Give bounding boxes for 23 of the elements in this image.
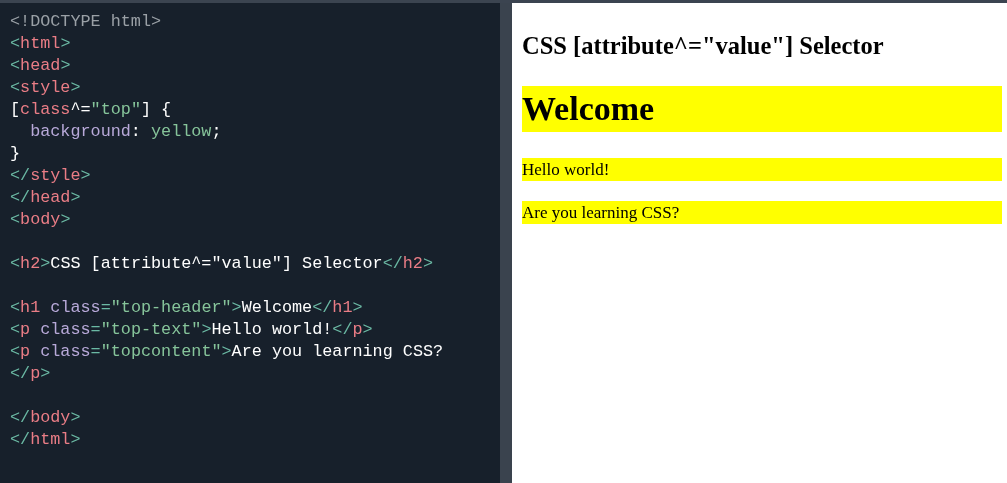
splitter-handle[interactable]	[500, 3, 512, 483]
code-line: <h1 class="top-header">Welcome</h1>	[10, 297, 364, 319]
code-line: <html>	[10, 33, 72, 55]
code-line: </body>	[10, 407, 82, 429]
page-title: Welcome	[522, 86, 1002, 132]
code-editor[interactable]	[0, 3, 500, 483]
code-line: <!DOCTYPE html>	[10, 11, 163, 33]
code-line: </head>	[10, 187, 82, 209]
paragraph: Are you learning CSS?	[522, 201, 1002, 224]
code-line: [class^="top"] {	[10, 99, 173, 121]
page-heading: CSS [attribute^="value"] Selector	[522, 32, 885, 60]
code-line: <p class="top-text">Hello world!</p>	[10, 319, 374, 341]
code-line: <h2>CSS [attribute^="value"] Selector</h2>	[10, 253, 435, 275]
code-line: }	[10, 143, 22, 165]
code-line: </html>	[10, 429, 82, 451]
code-line: <head>	[10, 55, 72, 77]
code-line: </style>	[10, 165, 92, 187]
code-line: <body>	[10, 209, 72, 231]
code-line: <style>	[10, 77, 82, 99]
code-line: <p class="topcontent">Are you learning CSS?	[10, 341, 445, 363]
paragraph: Hello world!	[522, 158, 1002, 181]
code-line: </p>	[10, 363, 52, 385]
code-line: background: yellow;	[29, 121, 223, 143]
